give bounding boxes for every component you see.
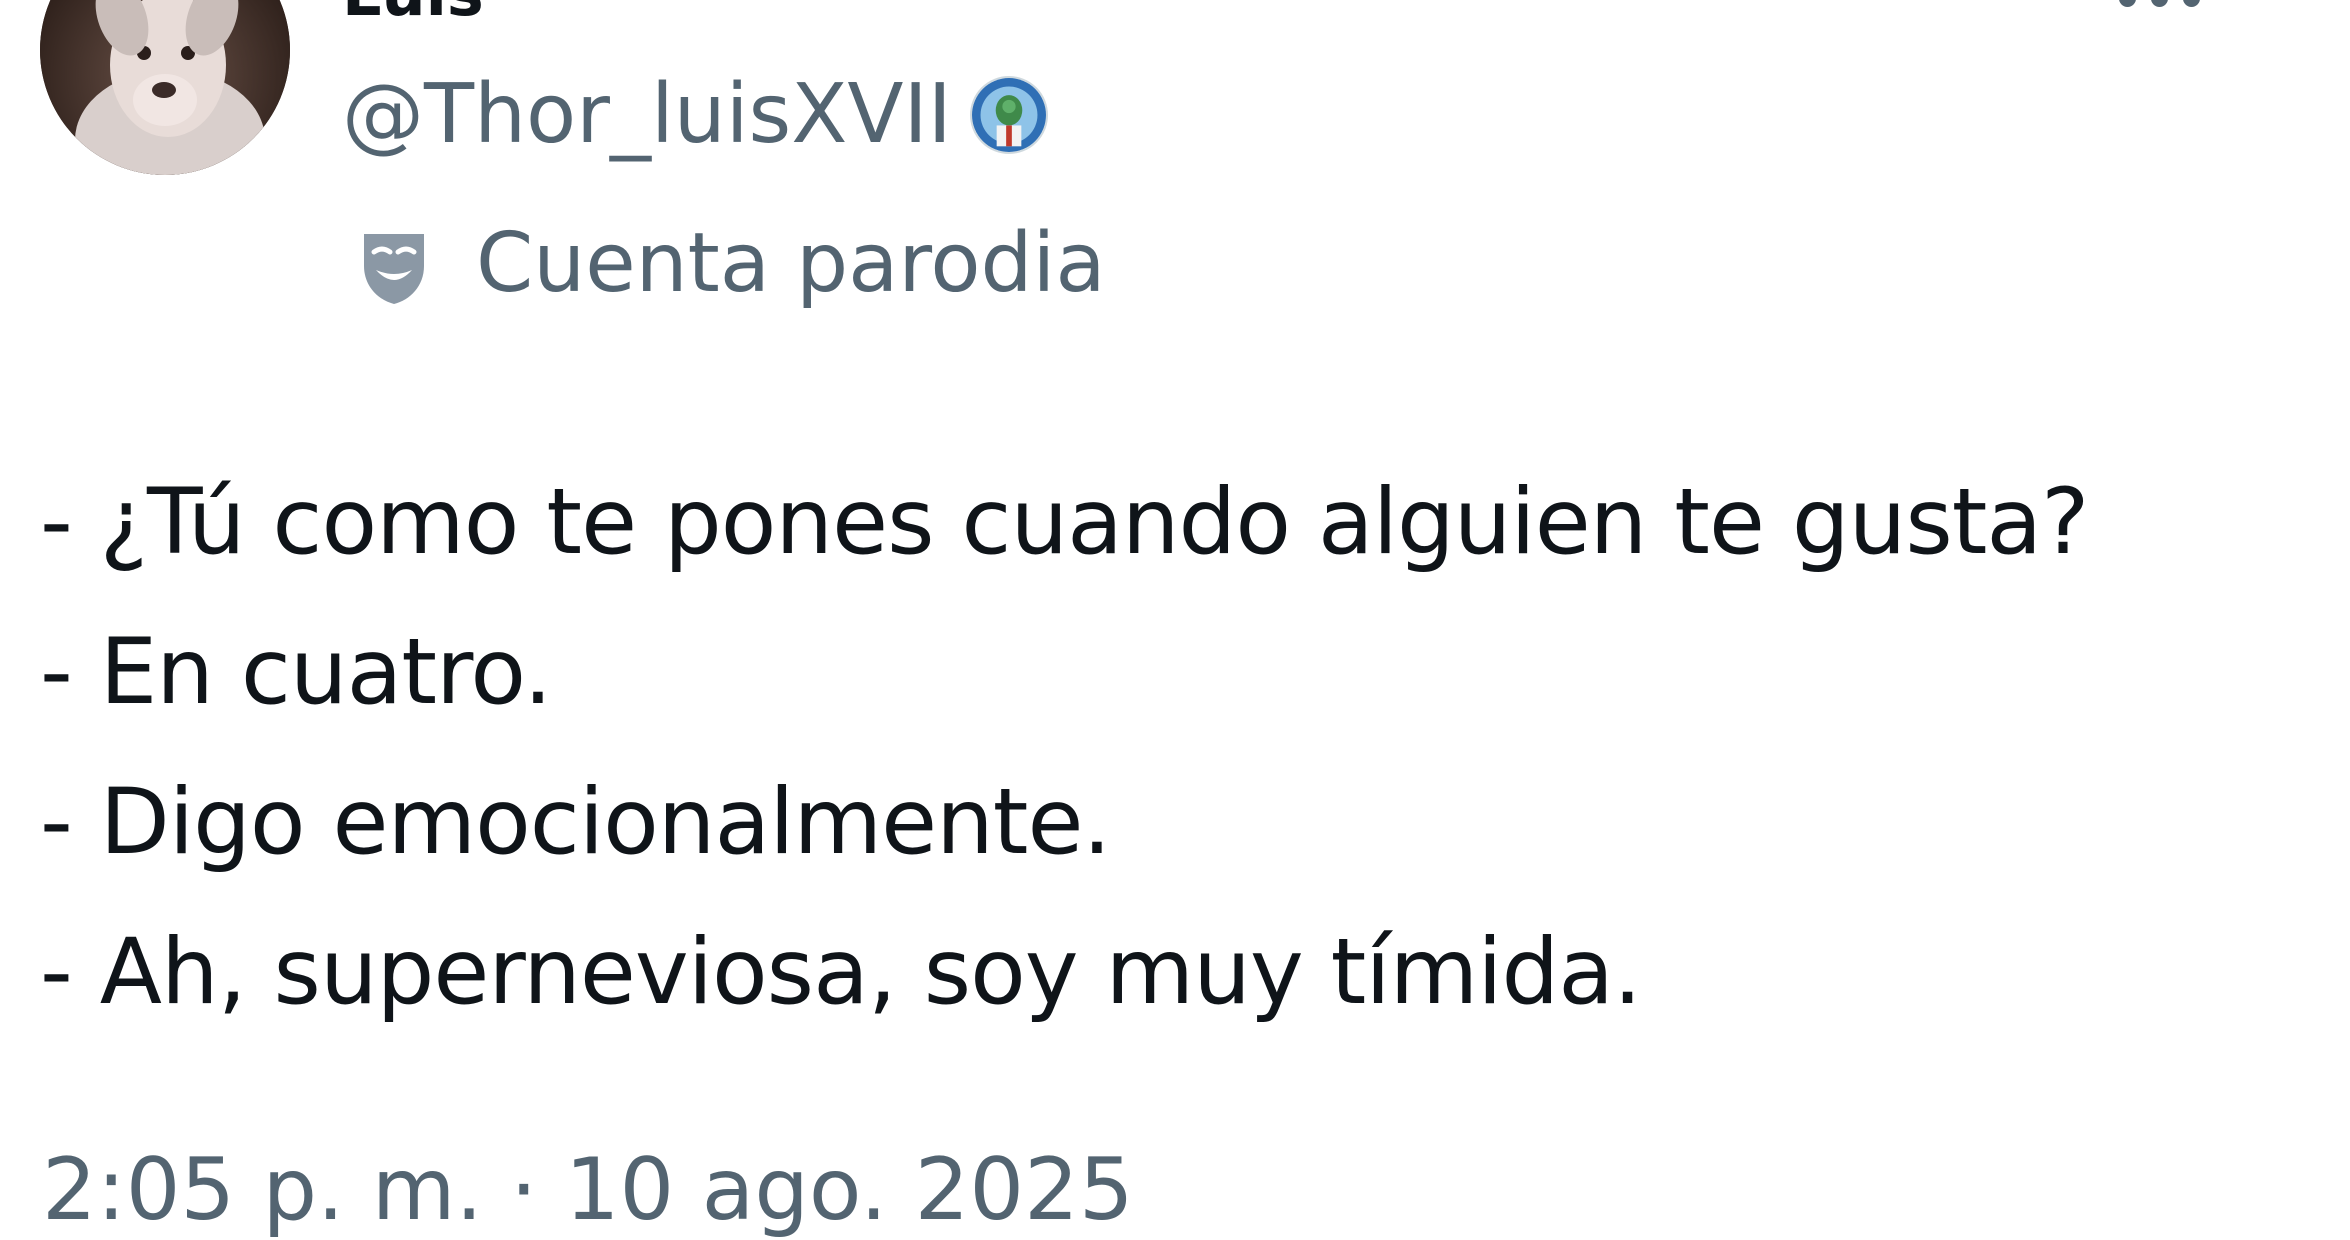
tweet-timestamp[interactable]: 2:05 p. m. · 10 ago. 2025 <box>42 1140 1134 1240</box>
handle-row: @Thor_luisXVII <box>342 70 1048 160</box>
tweet-text-line: - ¿Tú como te pones cuando alguien te gu… <box>40 470 2089 575</box>
account-label-row[interactable]: Cuenta parodia <box>350 214 1106 314</box>
author-avatar[interactable] <box>40 0 290 175</box>
tweet-text-line: - Ah, superneviosa, soy muy tímida. <box>40 920 1642 1025</box>
theater-mask-icon <box>350 220 438 308</box>
tweet-text-line: - Digo emocionalmente. <box>40 770 1111 875</box>
more-dot <box>2119 0 2136 7</box>
dog-avatar-icon <box>40 0 290 175</box>
account-label-text: Cuenta parodia <box>476 216 1106 311</box>
author-display-name[interactable]: Luis <box>342 0 484 30</box>
more-dot <box>2151 0 2168 7</box>
more-dot <box>2183 0 2200 7</box>
tweet-text: - ¿Tú como te pones cuando alguien te gu… <box>40 448 2320 1048</box>
tweet-text-line: - En cuatro. <box>40 620 552 725</box>
tweet: Luis @Thor_luisXVII C <box>0 0 2350 1240</box>
author-handle[interactable]: @Thor_luisXVII <box>342 70 952 160</box>
affiliate-badge-icon[interactable] <box>969 76 1048 154</box>
more-options-button[interactable] <box>2105 0 2215 12</box>
